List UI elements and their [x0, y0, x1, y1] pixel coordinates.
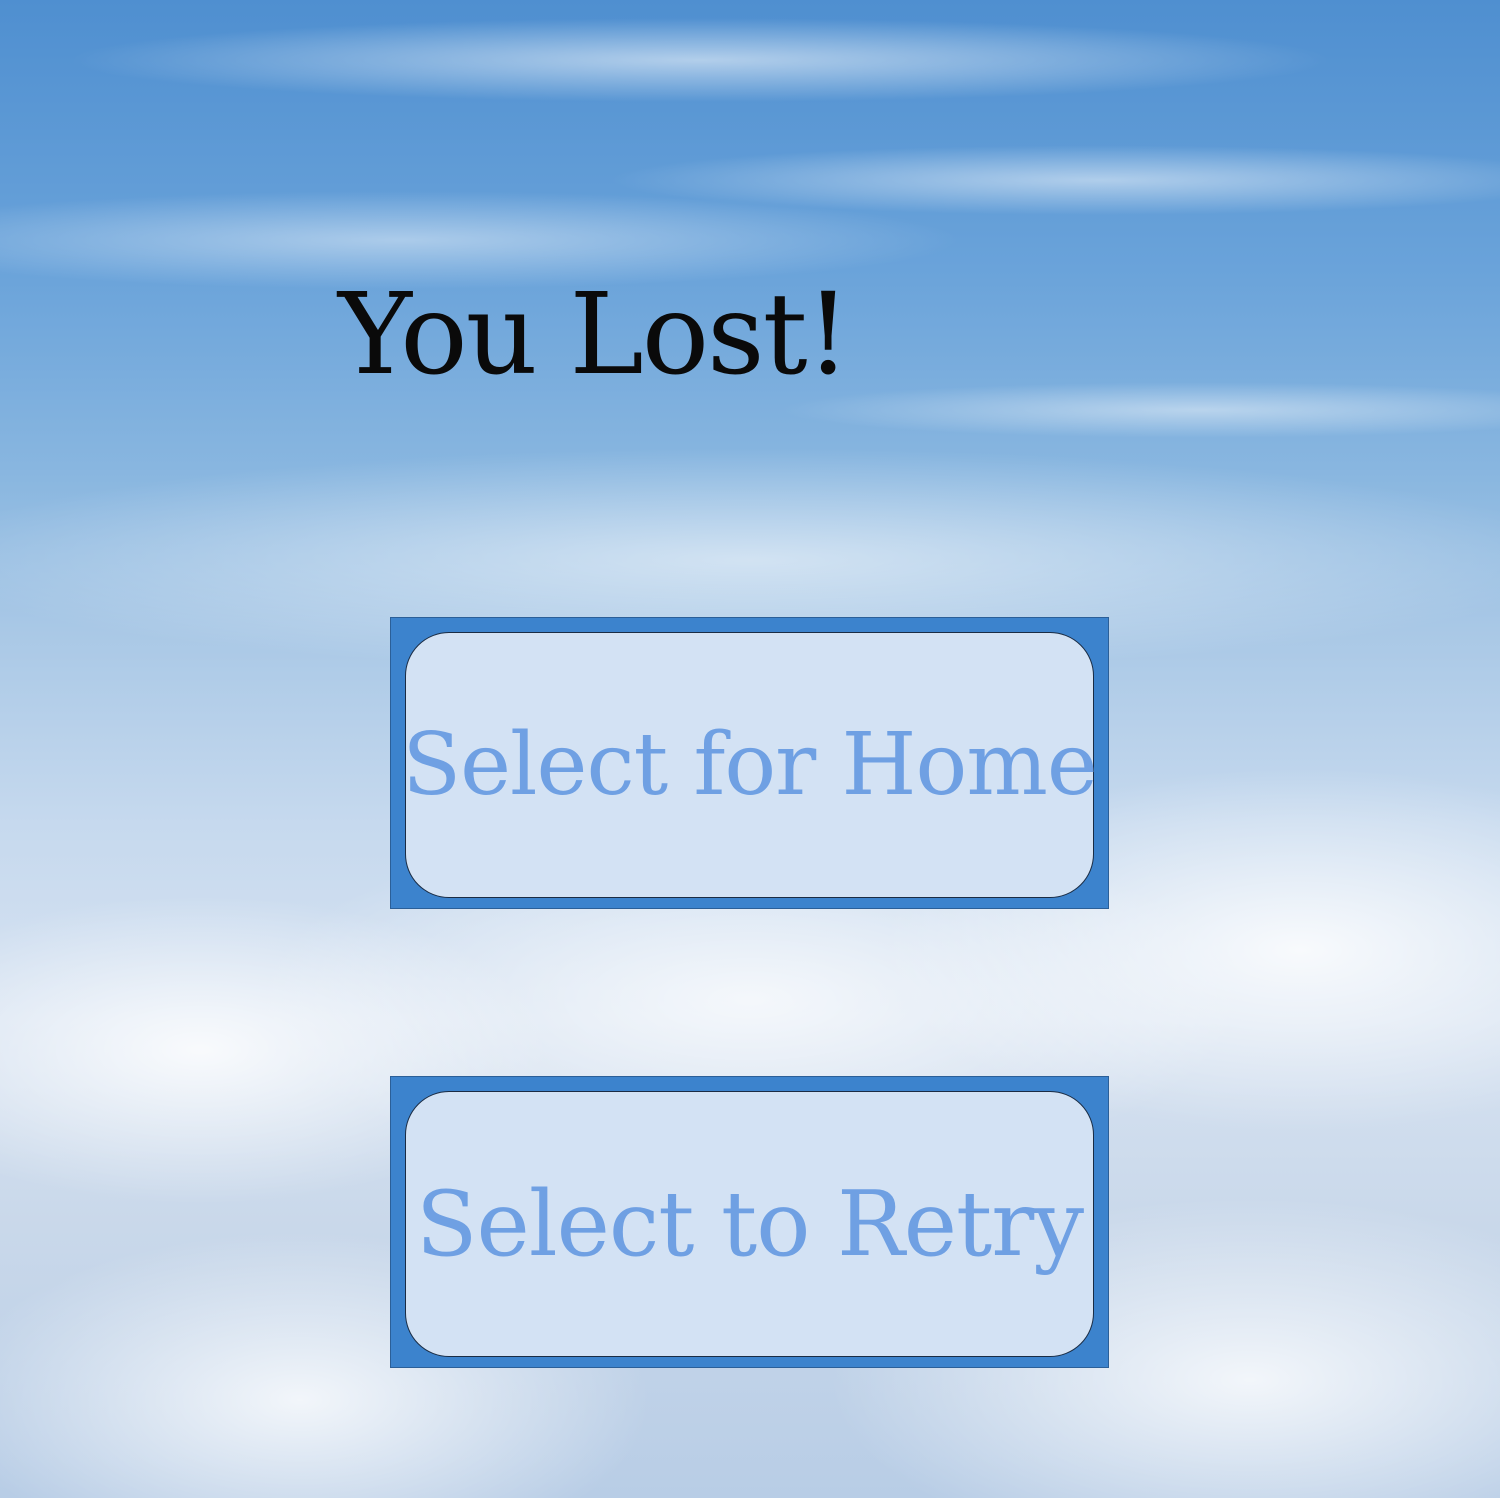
home-button[interactable]: Select for Home: [390, 617, 1109, 909]
retry-button-face[interactable]: Select to Retry: [405, 1091, 1094, 1357]
home-button-label: Select for Home: [402, 715, 1098, 815]
home-button-face[interactable]: Select for Home: [402, 632, 1098, 898]
retry-button-label: Select to Retry: [415, 1171, 1084, 1277]
game-over-title: You Lost!: [338, 270, 851, 400]
retry-button[interactable]: Select to Retry: [390, 1076, 1109, 1368]
